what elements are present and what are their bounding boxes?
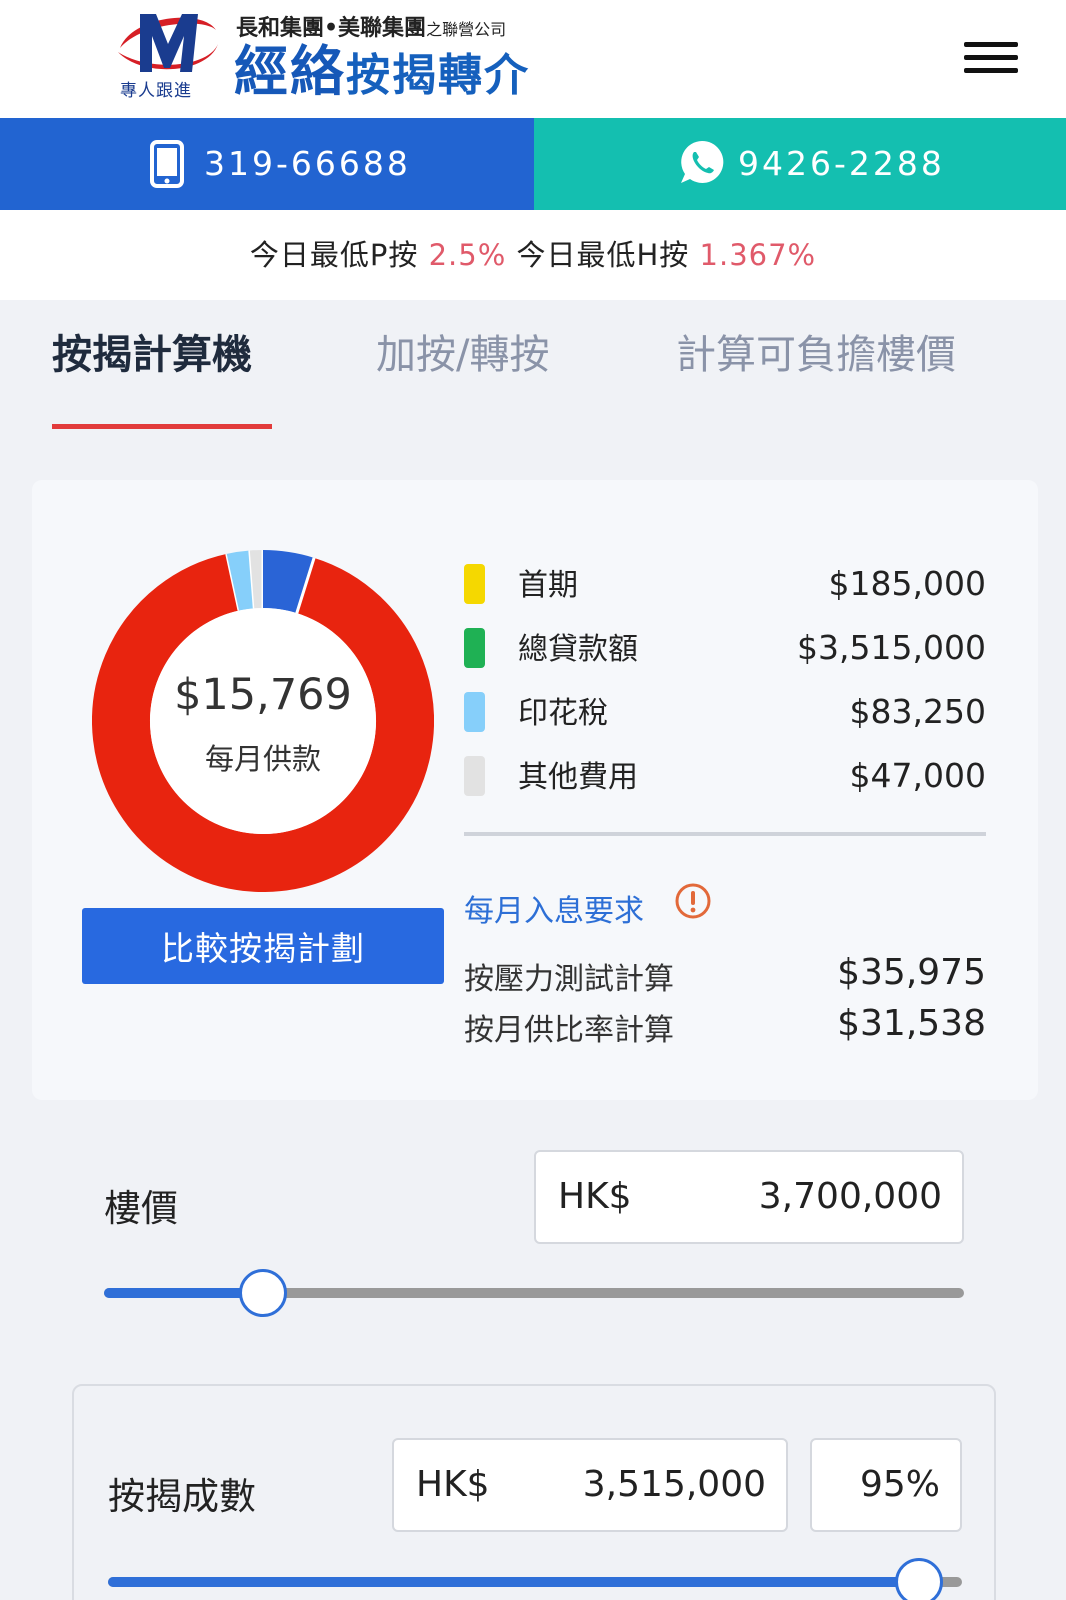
mortgage-ratio-label: 按揭成數 [108,1475,256,1518]
donut-segment [226,550,255,611]
site-header: 專人跟進 長和集團•美聯集團之聯營公司 經絡按揭轉介 [0,0,1066,118]
legend-down-payment: 首期 $185,000 [464,558,986,610]
monthly-payment-label: 每月供款 [204,742,321,776]
whatsapp-icon [681,140,724,183]
donut-hole [150,608,376,834]
h-rate-label: 今日最低H按 [516,238,690,272]
hamburger-icon[interactable] [964,42,1018,74]
income-requirement-title: 每月入息要求 [464,894,644,929]
dsr-requirement: 按月供比率計算 $31,538 [464,1003,986,1048]
logo-brand-text: 經絡按揭轉介 [234,40,530,103]
legend-stamp-duty: 印花稅 $83,250 [464,686,986,738]
phone-number: 319-66688 [204,144,411,183]
logo-group-text: 長和集團•美聯集團之聯營公司 [236,15,507,41]
active-tab-indicator [52,424,272,429]
legend-swatch [464,628,485,668]
slider-thumb[interactable] [895,1558,944,1600]
loan-amount-input[interactable]: HK$ 3,515,000 [392,1438,788,1532]
p-rate-label: 今日最低P按 [249,238,419,272]
slider-fill [108,1577,920,1587]
p-rate-value: 2.5% [428,238,507,272]
monthly-payment-amount: $15,769 [174,670,352,720]
legend-other-fees: 其他費用 $47,000 [464,750,986,802]
legend-swatch [464,564,485,604]
tab-refinance[interactable]: 加按/轉按 [376,322,549,380]
whatsapp-contact-button[interactable]: 9426-2288 [534,118,1066,210]
phone-contact-button[interactable]: 319-66688 [0,118,534,210]
tab-affordability[interactable]: 計算可負擔樓價 [676,322,956,380]
mortgage-ratio-slider[interactable] [108,1558,962,1600]
legend-divider [464,832,986,836]
lowest-rate-bar: 今日最低P按 2.5% 今日最低H按 1.367% [0,210,1066,300]
stress-test-requirement: 按壓力測試計算 $35,975 [464,952,986,997]
legend-total-loan: 總貸款額 $3,515,000 [464,622,986,674]
logo-tagline: 專人跟進 [120,81,192,101]
payment-donut-chart [92,550,434,892]
info-warning-icon[interactable] [674,882,712,920]
slider-thumb[interactable] [239,1269,288,1317]
mobile-phone-icon [150,140,184,188]
property-price-label: 樓價 [104,1187,178,1230]
h-rate-value: 1.367% [699,238,817,272]
tab-mortgage-calculator[interactable]: 按揭計算機 [52,322,252,380]
compare-plans-button[interactable]: 比較按揭計劃 [82,908,444,984]
legend-swatch [464,756,485,796]
property-price-slider[interactable] [104,1269,964,1317]
donut-segment [262,550,315,614]
whatsapp-number: 9426-2288 [738,144,945,183]
property-price-input[interactable]: HK$ 3,700,000 [534,1150,964,1244]
loan-percent-input[interactable]: 95% [810,1438,962,1532]
legend-swatch [464,692,485,732]
